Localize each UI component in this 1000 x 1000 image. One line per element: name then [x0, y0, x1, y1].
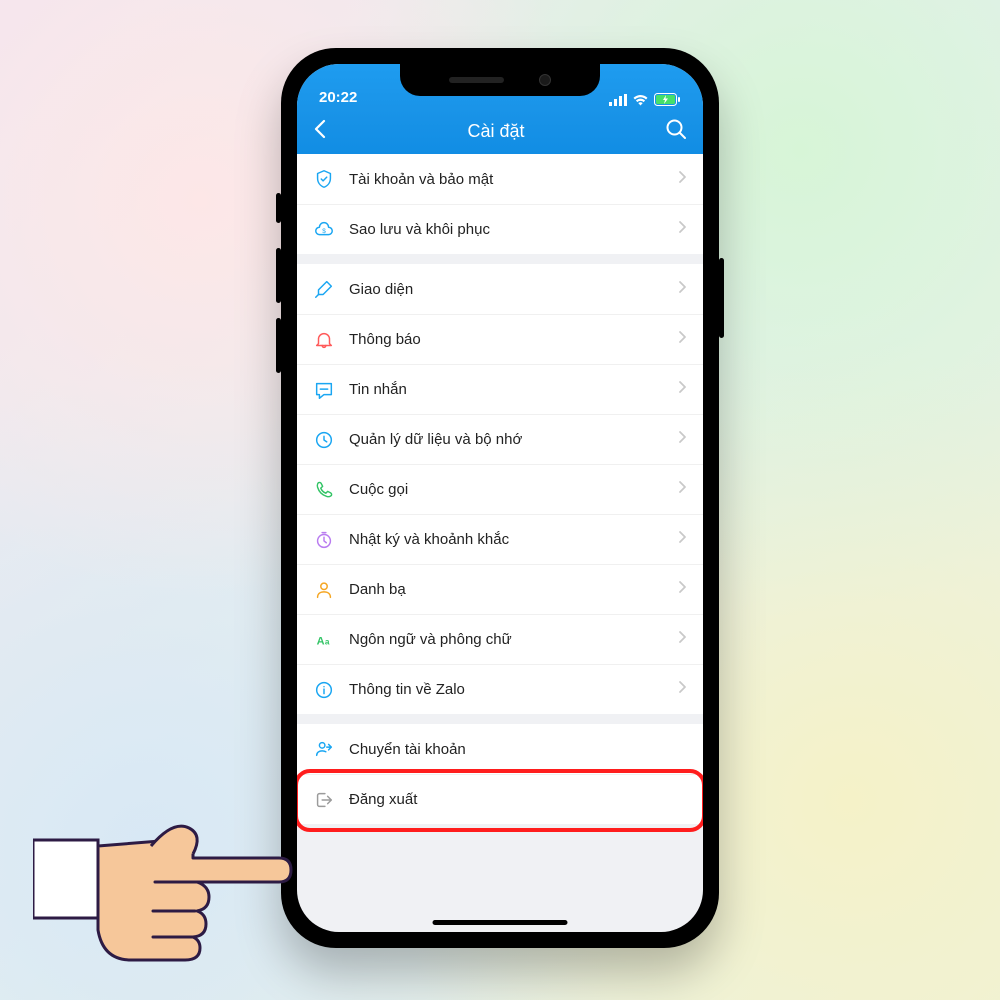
phone-notch [400, 64, 600, 96]
phone-frame: 20:22 Cài đặt Tài khoản và bảo mật $ Sao l… [281, 48, 719, 948]
settings-row-account-security[interactable]: Tài khoản và bảo mật [297, 154, 703, 204]
chevron-right-icon [678, 380, 687, 399]
chevron-right-icon [678, 220, 687, 239]
chevron-right-icon [678, 630, 687, 649]
settings-row-logout[interactable]: Đăng xuất [297, 774, 703, 824]
settings-row-label: Tin nhắn [349, 381, 664, 398]
chevron-left-icon [313, 119, 327, 139]
settings-row-label: Thông báo [349, 331, 664, 348]
chevron-right-icon [678, 580, 687, 599]
cloud-icon: $ [313, 219, 335, 241]
phone-screen: 20:22 Cài đặt Tài khoản và bảo mật $ Sao l… [297, 64, 703, 932]
back-button[interactable] [313, 119, 327, 144]
chevron-right-icon [678, 330, 687, 349]
volume-up-button [276, 248, 281, 303]
logout-icon [313, 789, 335, 811]
power-button [719, 258, 724, 338]
navbar: Cài đặt [297, 108, 703, 154]
page-title: Cài đặt [327, 121, 665, 142]
chevron-right-icon [678, 280, 687, 299]
battery-charging-icon [654, 93, 681, 106]
chevron-right-icon [678, 680, 687, 699]
settings-row-label: Cuộc gọi [349, 481, 664, 498]
settings-row-data-storage[interactable]: Quản lý dữ liệu và bộ nhớ [297, 414, 703, 464]
settings-row-about[interactable]: Thông tin về Zalo [297, 664, 703, 714]
mute-switch [276, 193, 281, 223]
switch-icon [313, 738, 335, 760]
settings-row-contacts[interactable]: Danh bạ [297, 564, 703, 614]
settings-row-backup-restore[interactable]: $ Sao lưu và khôi phục [297, 204, 703, 254]
cellular-signal-icon [609, 94, 627, 106]
settings-row-label: Ngôn ngữ và phông chữ [349, 631, 664, 648]
settings-row-label: Giao diện [349, 281, 664, 298]
chevron-right-icon [678, 170, 687, 189]
chevron-right-icon [678, 430, 687, 449]
settings-row-label: Thông tin về Zalo [349, 681, 664, 698]
settings-row-switch-account[interactable]: Chuyển tài khoản [297, 724, 703, 774]
settings-list[interactable]: Tài khoản và bảo mật $ Sao lưu và khôi phụ… [297, 154, 703, 824]
clock-icon [313, 429, 335, 451]
settings-group: Tài khoản và bảo mật $ Sao lưu và khôi phụ… [297, 154, 703, 254]
home-indicator[interactable] [433, 920, 568, 925]
settings-row-label: Tài khoản và bảo mật [349, 171, 664, 188]
settings-row-messages[interactable]: Tin nhắn [297, 364, 703, 414]
status-time: 20:22 [319, 89, 357, 106]
settings-row-label: Nhật ký và khoảnh khắc [349, 531, 664, 548]
chevron-right-icon [678, 480, 687, 499]
settings-row-language-font[interactable]: Aa Ngôn ngữ và phông chữ [297, 614, 703, 664]
timer-icon [313, 529, 335, 551]
phone-icon [313, 479, 335, 501]
settings-row-label: Danh bạ [349, 581, 664, 598]
settings-row-notifications[interactable]: Thông báo [297, 314, 703, 364]
settings-row-label: Đăng xuất [349, 791, 687, 808]
pointing-hand-illustration [33, 780, 293, 970]
wifi-icon [632, 94, 649, 106]
shield-icon [313, 168, 335, 190]
brush-icon [313, 278, 335, 300]
volume-down-button [276, 318, 281, 373]
settings-group: Giao diện Thông báo Tin nhắn Quản lý dữ liệ… [297, 264, 703, 714]
aa-icon: Aa [313, 629, 335, 651]
settings-row-label: Chuyển tài khoản [349, 741, 687, 758]
svg-text:a: a [325, 637, 330, 646]
svg-text:$: $ [322, 227, 326, 234]
chevron-right-icon [678, 530, 687, 549]
settings-row-calls[interactable]: Cuộc gọi [297, 464, 703, 514]
settings-row-appearance[interactable]: Giao diện [297, 264, 703, 314]
info-icon [313, 679, 335, 701]
search-button[interactable] [665, 118, 687, 145]
bell-icon [313, 329, 335, 351]
search-icon [665, 118, 687, 140]
person-icon [313, 579, 335, 601]
svg-text:A: A [317, 635, 325, 647]
settings-group: Chuyển tài khoản Đăng xuất [297, 724, 703, 824]
settings-row-timeline[interactable]: Nhật ký và khoảnh khắc [297, 514, 703, 564]
chat-icon [313, 379, 335, 401]
settings-row-label: Quản lý dữ liệu và bộ nhớ [349, 431, 664, 448]
settings-row-label: Sao lưu và khôi phục [349, 221, 664, 238]
